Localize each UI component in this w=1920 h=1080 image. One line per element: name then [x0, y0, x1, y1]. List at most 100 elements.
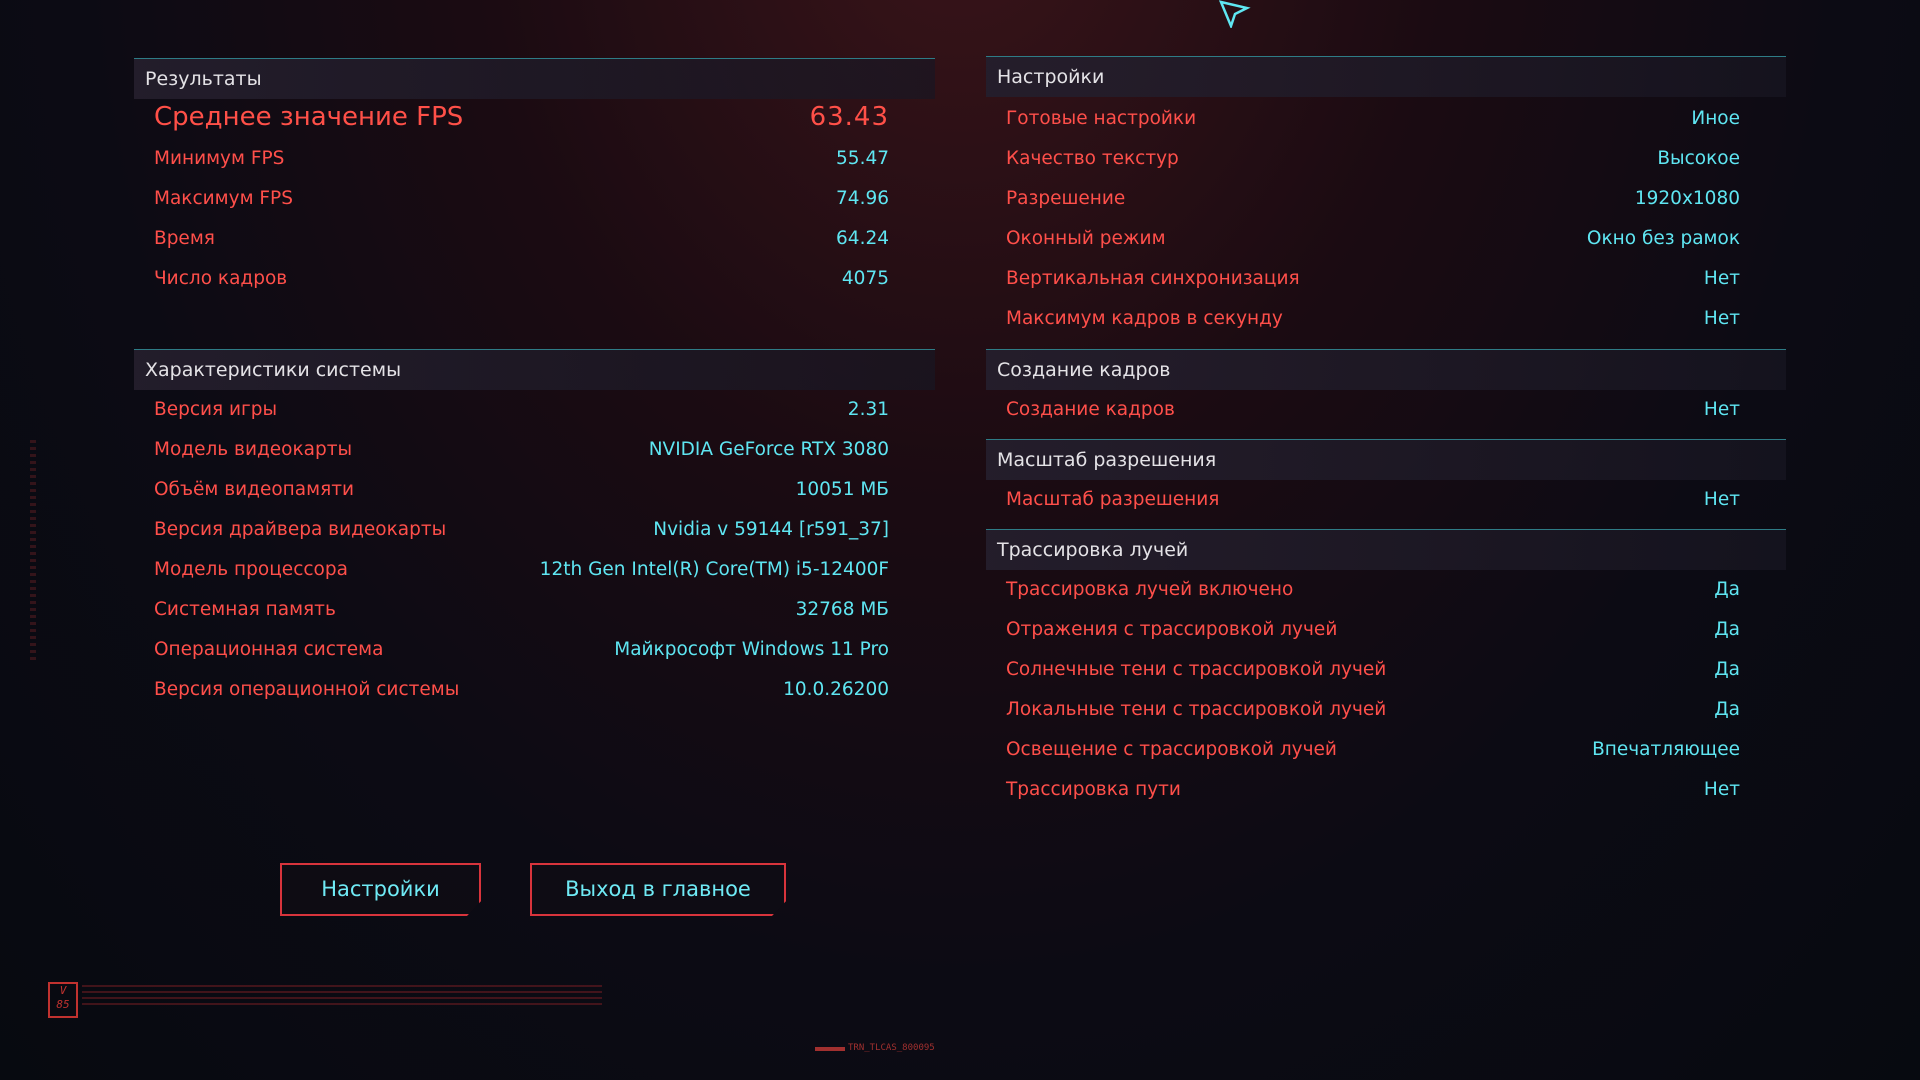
system-label: Операционная система — [154, 638, 384, 660]
settings-value: Окно без рамок — [1586, 227, 1740, 249]
ray-tracing-row: Трассировка лучей включено Да — [1006, 574, 1740, 604]
settings-label: Готовые настройки — [1006, 107, 1197, 129]
ray-tracing-row: Освещение с трассировкой лучей Впечатляю… — [1006, 734, 1740, 764]
system-value: NVIDIA GeForce RTX 3080 — [648, 438, 889, 460]
max-fps-row: Максимум FPS 74.96 — [154, 183, 889, 213]
ray-tracing-label: Солнечные тени с трассировкой лучей — [1006, 658, 1387, 680]
min-fps-row: Минимум FPS 55.47 — [154, 143, 889, 173]
system-value: 10051 МБ — [795, 478, 889, 500]
res-scale-label: Масштаб разрешения — [1006, 488, 1220, 510]
settings-button[interactable]: Настройки — [280, 863, 481, 916]
settings-value: Нет — [1703, 267, 1740, 289]
system-row: Объём видеопамяти 10051 МБ — [154, 474, 889, 504]
frame-gen-row: Создание кадров Нет — [1006, 394, 1740, 424]
ray-tracing-label: Локальные тени с трассировкой лучей — [1006, 698, 1387, 720]
system-value: 12th Gen Intel(R) Core(TM) i5-12400F — [539, 558, 889, 580]
settings-row: Вертикальная синхронизация Нет — [1006, 263, 1740, 293]
logo-line-1: V — [59, 984, 67, 997]
frame-gen-header: Создание кадров — [986, 350, 1786, 390]
ray-tracing-row: Трассировка пути Нет — [1006, 774, 1740, 804]
system-header: Характеристики системы — [134, 350, 935, 390]
time-label: Время — [154, 227, 215, 249]
bottom-tag: TRN_TLCAS_800095 — [848, 1043, 935, 1053]
ray-tracing-value: Впечатляющее — [1592, 738, 1740, 760]
system-row: Системная память 32768 МБ — [154, 594, 889, 624]
frame-gen-section: Создание кадров Создание кадров Нет — [986, 349, 1786, 438]
settings-header: Настройки — [986, 57, 1786, 97]
mouse-pointer-icon — [1218, 0, 1251, 28]
system-value: 10.0.26200 — [783, 678, 889, 700]
system-label: Модель процессора — [154, 558, 348, 580]
system-row: Модель процессора 12th Gen Intel(R) Core… — [154, 554, 889, 584]
ray-tracing-label: Освещение с трассировкой лучей — [1006, 738, 1337, 760]
settings-panel: Настройки Готовые настройки Иное Качеств… — [986, 56, 1786, 800]
logo-line-2: 85 — [56, 998, 70, 1011]
system-label: Версия игры — [154, 398, 278, 420]
max-fps-value: 74.96 — [836, 187, 889, 209]
system-label: Объём видеопамяти — [154, 478, 354, 500]
legal-footnote — [82, 985, 602, 1009]
settings-row: Качество текстур Высокое — [1006, 143, 1740, 173]
res-scale-value: Нет — [1703, 488, 1740, 510]
min-fps-label: Минимум FPS — [154, 147, 285, 169]
ray-tracing-section: Трассировка лучей Трассировка лучей вклю… — [986, 529, 1786, 830]
settings-label: Оконный режим — [1006, 227, 1166, 249]
settings-label: Разрешение — [1006, 187, 1126, 209]
res-scale-row: Масштаб разрешения Нет — [1006, 484, 1740, 514]
settings-value: Нет — [1703, 307, 1740, 329]
side-decoration — [30, 440, 36, 660]
system-label: Модель видеокарты — [154, 438, 353, 460]
ray-tracing-row: Солнечные тени с трассировкой лучей Да — [1006, 654, 1740, 684]
system-section: Характеристики системы Версия игры 2.31 … — [134, 349, 935, 710]
settings-row: Готовые настройки Иное — [1006, 103, 1740, 133]
ray-tracing-value: Да — [1714, 618, 1740, 640]
ray-tracing-value: Да — [1714, 578, 1740, 600]
settings-section: Настройки Готовые настройки Иное Качеств… — [986, 57, 1786, 347]
ray-tracing-value: Да — [1714, 658, 1740, 680]
settings-label: Вертикальная синхронизация — [1006, 267, 1300, 289]
ray-tracing-row: Отражения с трассировкой лучей Да — [1006, 614, 1740, 644]
ray-tracing-row: Локальные тени с трассировкой лучей Да — [1006, 694, 1740, 724]
frame-count-row: Число кадров 4075 — [154, 263, 889, 293]
system-row: Модель видеокарты NVIDIA GeForce RTX 308… — [154, 434, 889, 464]
settings-value: Высокое — [1657, 147, 1740, 169]
avg-fps-label: Среднее значение FPS — [154, 102, 464, 132]
frame-count-label: Число кадров — [154, 267, 288, 289]
time-value: 64.24 — [836, 227, 889, 249]
results-section: Результаты Среднее значение FPS 63.43 Ми… — [134, 59, 935, 339]
system-label: Версия операционной системы — [154, 678, 460, 700]
res-scale-header: Масштаб разрешения — [986, 440, 1786, 480]
system-row: Версия игры 2.31 — [154, 394, 889, 424]
settings-value: Иное — [1691, 107, 1740, 129]
ray-tracing-label: Трассировка пути — [1006, 778, 1181, 800]
system-value: 2.31 — [847, 398, 889, 420]
min-fps-value: 55.47 — [836, 147, 889, 169]
settings-row: Оконный режим Окно без рамок — [1006, 223, 1740, 253]
exit-to-main-menu-button[interactable]: Выход в главное меню — [530, 863, 786, 916]
settings-value: 1920x1080 — [1634, 187, 1740, 209]
results-panel: Результаты Среднее значение FPS 63.43 Ми… — [134, 58, 935, 700]
ray-tracing-value: Нет — [1703, 778, 1740, 800]
ray-tracing-label: Трассировка лучей включено — [1006, 578, 1294, 600]
system-value: Nvidia v 59144 [r591_37] — [653, 518, 889, 540]
system-value: 32768 МБ — [795, 598, 889, 620]
avg-fps-row: Среднее значение FPS 63.43 — [154, 102, 889, 132]
ray-tracing-header: Трассировка лучей — [986, 530, 1786, 570]
system-value: Майкрософт Windows 11 Pro — [614, 638, 889, 660]
settings-row: Максимум кадров в секунду Нет — [1006, 303, 1740, 333]
ray-tracing-label: Отражения с трассировкой лучей — [1006, 618, 1338, 640]
frame-gen-label: Создание кадров — [1006, 398, 1175, 420]
arrow-decoration — [815, 1047, 845, 1051]
res-scale-section: Масштаб разрешения Масштаб разрешения Не… — [986, 439, 1786, 528]
settings-label: Максимум кадров в секунду — [1006, 307, 1283, 329]
system-label: Системная память — [154, 598, 336, 620]
results-header: Результаты — [134, 59, 935, 99]
system-row: Версия драйвера видеокарты Nvidia v 5914… — [154, 514, 889, 544]
frame-gen-value: Нет — [1703, 398, 1740, 420]
ray-tracing-value: Да — [1714, 698, 1740, 720]
settings-label: Качество текстур — [1006, 147, 1179, 169]
v85-logo-icon: V 85 — [48, 982, 78, 1018]
frame-count-value: 4075 — [841, 267, 889, 289]
settings-row: Разрешение 1920x1080 — [1006, 183, 1740, 213]
avg-fps-value: 63.43 — [809, 102, 889, 132]
